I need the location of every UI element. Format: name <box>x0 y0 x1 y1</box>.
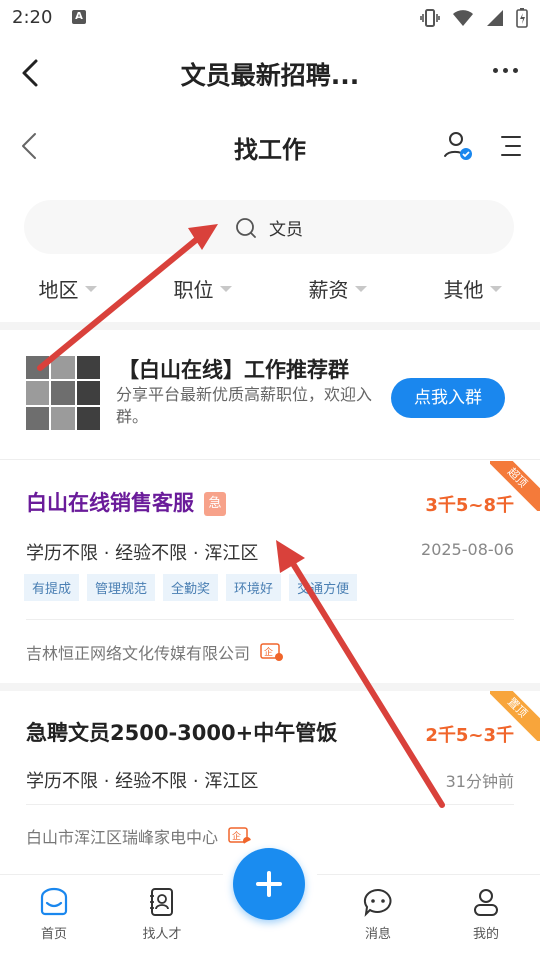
tab-label: 我的 <box>472 927 499 942</box>
filter-region[interactable]: 地区 <box>0 270 135 306</box>
signal-icon <box>487 10 503 26</box>
job-tag: 有提成 <box>24 574 80 601</box>
user-verified-icon[interactable] <box>442 130 474 162</box>
group-card[interactable]: 【白山在线】工作推荐群 分享平台最新优质高薪职位，欢迎入群。 点我入群 <box>0 340 540 460</box>
home-icon <box>40 887 68 916</box>
menu-icon[interactable] <box>500 134 522 158</box>
job-tag: 管理规范 <box>87 574 156 601</box>
tab-talent[interactable]: 找人才 <box>122 887 202 942</box>
job-salary: 3千5~8千 <box>425 495 514 516</box>
card-separator <box>26 804 514 805</box>
job-meta: 学历不限 · 经验不限 · 浑江区 <box>26 543 259 564</box>
job-tag: 全勤奖 <box>163 574 219 601</box>
tab-label: 找人才 <box>142 927 182 942</box>
filter-salary[interactable]: 薪资 <box>270 270 405 306</box>
profile-icon <box>474 889 498 916</box>
job-title: 急聘文员2500-3000+中午管饭 <box>26 721 338 745</box>
job-tag: 交通方便 <box>289 574 358 601</box>
urgent-badge: 急 <box>204 492 226 516</box>
search-icon <box>236 217 256 238</box>
svg-text:企: 企 <box>232 830 241 842</box>
status-time: 2:20 <box>12 7 53 28</box>
filter-other[interactable]: 其他 <box>405 270 540 306</box>
dropdown-arrow-icon <box>219 286 232 292</box>
job-title: 白山在线销售客服 <box>26 491 194 515</box>
vibrate-icon <box>420 9 440 27</box>
company-row: 白山市浑江区瑞峰家电中心 企 <box>26 824 252 848</box>
job-tags: 有提成 管理规范 全勤奖 环境好 交通方便 <box>24 574 358 601</box>
filter-label: 薪资 <box>308 277 349 302</box>
company-row: 吉林恒正网络文化传媒有限公司 企 <box>26 640 284 664</box>
job-meta: 学历不限 · 经验不限 · 浑江区 <box>26 771 259 792</box>
filter-label: 其他 <box>443 277 484 302</box>
tab-label: 消息 <box>364 927 391 942</box>
filter-bar: 地区 职位 薪资 其他 <box>0 270 540 306</box>
job-date: 2025-08-06 <box>421 540 514 559</box>
status-icons <box>420 8 528 28</box>
dropdown-arrow-icon <box>84 286 97 292</box>
filter-label: 职位 <box>173 277 214 302</box>
svg-text:企: 企 <box>264 646 273 658</box>
group-avatar-grid <box>26 356 100 430</box>
app-bar: 文员最新招聘... <box>0 36 540 108</box>
dropdown-arrow-icon <box>354 286 367 292</box>
tab-messages[interactable]: 消息 <box>338 887 418 942</box>
status-bar: 2:20 A <box>0 0 540 36</box>
group-title: 【白山在线】工作推荐群 <box>118 358 349 382</box>
job-salary: 2千5~3千 <box>425 725 514 746</box>
section-divider <box>0 322 540 330</box>
company-name: 白山市浑江区瑞峰家电中心 <box>26 828 219 847</box>
sub-header: 找工作 <box>0 112 540 182</box>
card-separator <box>26 619 514 620</box>
wifi-icon <box>453 10 473 26</box>
company-name: 吉林恒正网络文化传媒有限公司 <box>26 644 251 663</box>
dropdown-arrow-icon <box>489 286 502 292</box>
job-title-wrap: 白山在线销售客服急 <box>26 487 226 517</box>
filter-position[interactable]: 职位 <box>135 270 270 306</box>
battery-icon <box>516 8 528 28</box>
join-group-button[interactable]: 点我入群 <box>391 378 505 418</box>
job-tag: 环境好 <box>226 574 282 601</box>
group-description: 分享平台最新优质高薪职位，欢迎入群。 <box>116 385 373 426</box>
notification-a-icon: A <box>72 10 86 24</box>
job-card[interactable]: 超顶 白山在线销售客服急 3千5~8千 学历不限 · 经验不限 · 浑江区 20… <box>0 461 540 683</box>
app-bar-title: 文员最新招聘... <box>180 61 360 90</box>
more-options-icon[interactable] <box>493 68 518 73</box>
filter-label: 地区 <box>38 277 79 302</box>
tab-profile[interactable]: 我的 <box>446 887 526 942</box>
search-query: 文员 <box>269 220 303 240</box>
tab-home[interactable]: 首页 <box>14 887 94 942</box>
job-date: 31分钟前 <box>445 772 514 791</box>
message-icon <box>363 888 392 917</box>
section-divider <box>0 683 540 691</box>
contacts-icon <box>150 888 173 916</box>
tab-label: 首页 <box>40 927 67 942</box>
verified-company-icon: 企 <box>260 643 284 661</box>
plus-icon <box>256 871 282 897</box>
search-bar[interactable]: 文员 <box>24 200 514 254</box>
add-post-button[interactable] <box>233 848 305 920</box>
